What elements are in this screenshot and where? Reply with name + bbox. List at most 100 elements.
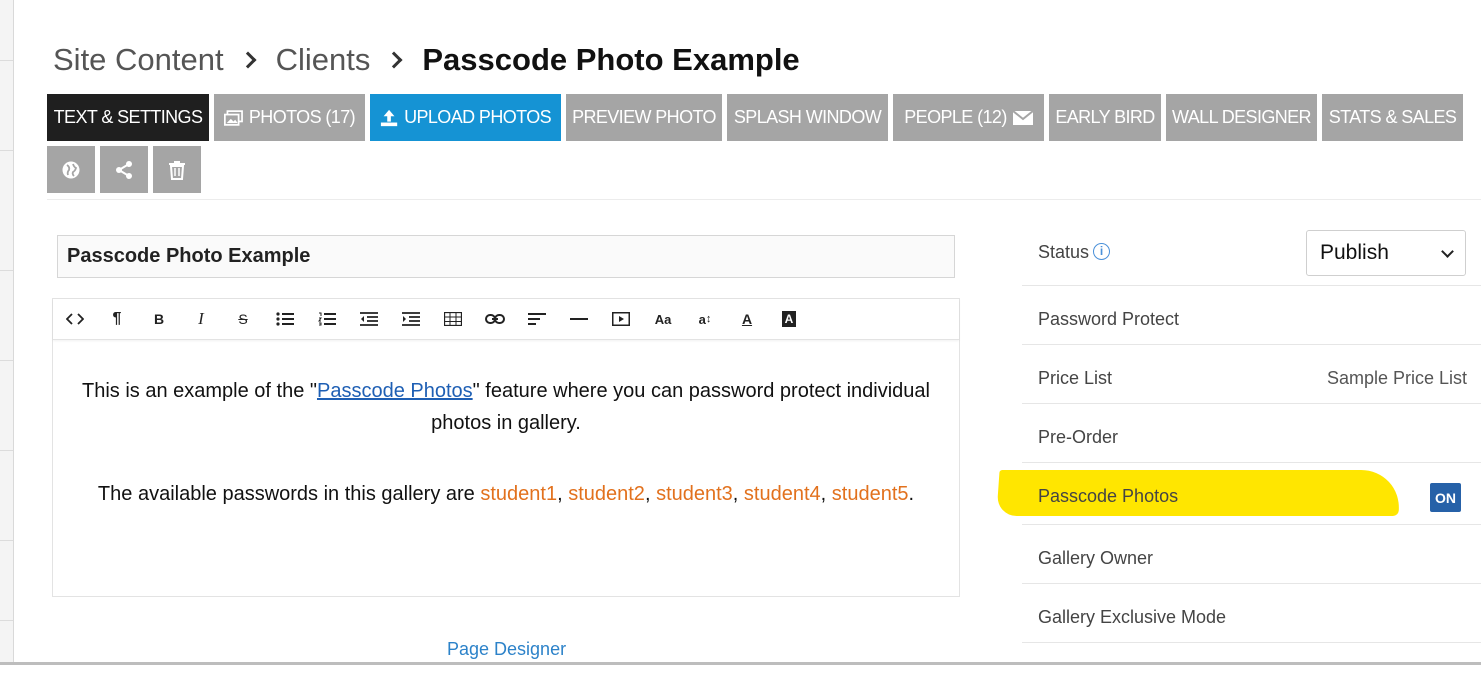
text-segment: .	[908, 483, 915, 505]
paragraph-icon: ¶	[112, 310, 122, 327]
gallery-owner-row[interactable]: Gallery Owner	[1022, 525, 1481, 584]
password-protect-label: Password Protect	[1038, 309, 1180, 329]
text-segment: ,	[820, 483, 832, 505]
horizontal-rule-icon	[570, 318, 588, 320]
indent-icon	[402, 312, 420, 326]
password-text: student2	[568, 483, 645, 505]
share-button[interactable]	[100, 146, 148, 193]
text-segment: ,	[732, 483, 744, 505]
tab-text-settings[interactable]: TEXT & SETTINGS	[47, 94, 209, 141]
tab-stats-sales[interactable]: STATS & SALES	[1322, 94, 1463, 141]
tab-preview-photo[interactable]: PREVIEW PHOTO	[566, 94, 722, 141]
background-color-button[interactable]: A	[778, 308, 800, 330]
chevron-down-icon	[1441, 245, 1454, 258]
password-text: student4	[743, 483, 821, 505]
info-icon[interactable]: i	[1093, 243, 1111, 260]
passcode-photos-link[interactable]: Passcode Photos	[317, 380, 473, 402]
text-segment: ,	[557, 483, 569, 505]
price-list-value: Sample Price List	[1326, 368, 1467, 388]
chevron-right-icon	[239, 51, 257, 69]
tab-label: PEOPLE (12)	[904, 107, 1007, 127]
bullet-list-button[interactable]	[274, 308, 296, 330]
link-icon	[485, 314, 505, 324]
photos-icon	[224, 109, 243, 126]
price-list-row[interactable]: Price List Sample Price List	[1022, 345, 1481, 404]
password-text: student3	[656, 483, 733, 505]
password-text: student5	[831, 483, 909, 505]
gallery-owner-label: Gallery Owner	[1038, 548, 1154, 568]
tab-bar: TEXT & SETTINGS PHOTOS (17) UPLOAD PHOTO…	[47, 94, 1463, 141]
tab-early-bird[interactable]: EARLY BIRD	[1049, 94, 1161, 141]
globe-icon	[62, 161, 80, 178]
gallery-exclusive-mode-label: Gallery Exclusive Mode	[1038, 607, 1227, 627]
italic-button[interactable]: I	[190, 308, 212, 330]
tab-people[interactable]: PEOPLE (12)	[893, 94, 1044, 141]
text-segment: This is an example of the "	[81, 380, 317, 402]
breadcrumb-clients[interactable]: Clients	[276, 42, 371, 78]
numbered-list-button[interactable]	[316, 308, 338, 330]
text-color-button[interactable]: A	[736, 308, 758, 330]
envelope-icon	[1012, 110, 1033, 125]
code-view-icon	[66, 313, 84, 325]
align-button[interactable]	[526, 308, 548, 330]
link-button[interactable]	[484, 308, 506, 330]
tab-label: WALL DESIGNER	[1172, 107, 1312, 127]
bottom-border	[0, 662, 1481, 665]
passcode-photos-label: Passcode Photos	[1038, 486, 1179, 506]
line-height-icon: a	[698, 311, 706, 327]
bold-button[interactable]: B	[148, 308, 170, 330]
tab-wall-designer[interactable]: WALL DESIGNER	[1166, 94, 1317, 141]
status-label: Status i	[1038, 242, 1111, 263]
tab-label: UPLOAD PHOTOS	[404, 107, 552, 127]
outdent-icon	[360, 312, 378, 326]
indent-button[interactable]	[400, 308, 422, 330]
tab-splash-window[interactable]: SPLASH WINDOW	[727, 94, 888, 141]
text-segment: The available passwords in this gallery …	[97, 483, 481, 505]
left-scroll-rail	[0, 0, 14, 665]
line-height-button[interactable]: a ↕	[694, 308, 716, 330]
background-color-icon: A	[781, 311, 797, 327]
status-label-text: Status	[1038, 242, 1090, 262]
table-button[interactable]	[442, 308, 464, 330]
password-protect-row[interactable]: Password Protect	[1022, 286, 1481, 345]
tab-label: TEXT & SETTINGS	[53, 107, 203, 127]
text-color-icon: A	[741, 311, 753, 327]
gallery-exclusive-mode-row[interactable]: Gallery Exclusive Mode	[1022, 584, 1481, 643]
table-icon	[444, 312, 462, 326]
strikethrough-button[interactable]: S	[232, 308, 254, 330]
font-size-icon: Aa	[654, 311, 672, 327]
breadcrumb-site-content[interactable]: Site Content	[53, 42, 224, 78]
tab-label: SPLASH WINDOW	[733, 107, 882, 127]
passcode-photos-row[interactable]: Passcode Photos	[1022, 463, 1481, 525]
editor-toolbar: ¶ B I S Aa a ↕ A A	[53, 299, 959, 340]
delete-button[interactable]	[153, 146, 201, 193]
pre-order-label: Pre-Order	[1038, 427, 1119, 447]
paragraph-button[interactable]: ¶	[106, 308, 128, 330]
globe-button[interactable]	[47, 146, 95, 193]
outdent-button[interactable]	[358, 308, 380, 330]
font-size-button[interactable]: Aa	[652, 308, 674, 330]
pre-order-row[interactable]: Pre-Order	[1022, 404, 1481, 463]
chevron-right-icon	[385, 51, 403, 69]
code-view-button[interactable]	[64, 308, 86, 330]
upload-icon	[380, 109, 398, 126]
status-row: Status i Publish	[1022, 220, 1481, 286]
tab-label: EARLY BIRD	[1055, 107, 1155, 127]
tab-label: STATS & SALES	[1328, 107, 1457, 127]
action-icon-row	[47, 146, 201, 193]
trash-icon	[169, 160, 185, 180]
strikethrough-icon: S	[238, 311, 248, 327]
tab-photos[interactable]: PHOTOS (17)	[214, 94, 365, 141]
editor-content[interactable]: This is an example of the "Passcode Phot…	[53, 340, 959, 510]
status-select[interactable]: Publish	[1306, 230, 1466, 276]
tab-upload-photos[interactable]: UPLOAD PHOTOS	[370, 94, 561, 141]
gallery-title-input[interactable]	[57, 235, 955, 278]
italic-icon: I	[198, 309, 204, 328]
rich-text-editor: ¶ B I S Aa a ↕ A A This is an example of …	[52, 298, 960, 597]
page-designer-link[interactable]: Page Designer	[447, 639, 566, 660]
passcode-photos-toggle[interactable]: ON	[1430, 483, 1461, 512]
header-divider	[47, 199, 1481, 200]
video-button[interactable]	[610, 308, 632, 330]
bullet-list-icon	[276, 312, 294, 326]
horizontal-rule-button[interactable]	[568, 308, 590, 330]
